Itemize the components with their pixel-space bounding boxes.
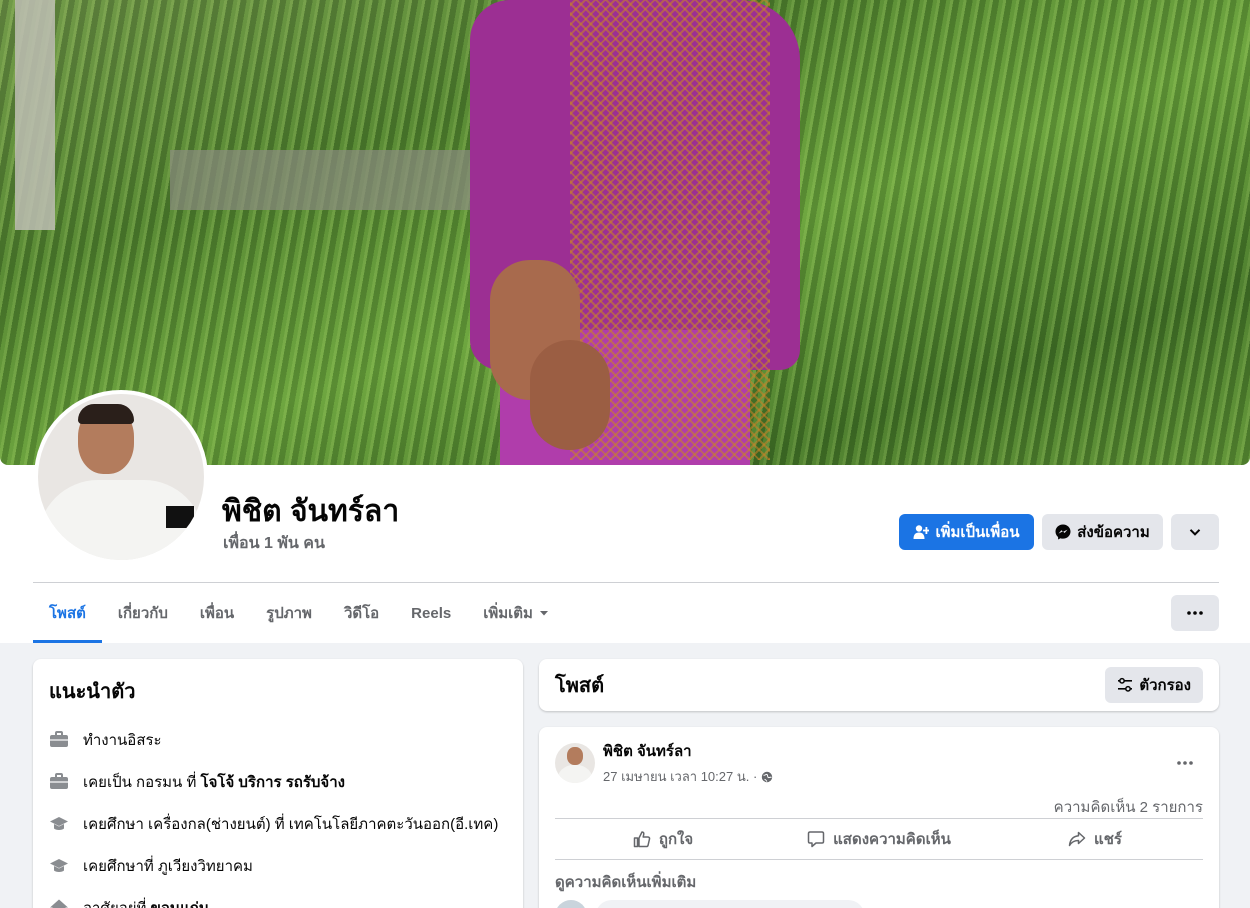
tab-about[interactable]: เกี่ยวกับ <box>102 595 184 631</box>
share-button[interactable]: แชร์ <box>987 819 1203 859</box>
avatar-photo <box>38 394 204 560</box>
post-avatar-shirt <box>557 765 593 783</box>
tab-friends[interactable]: เพื่อน <box>184 595 250 631</box>
intro-title: แนะนำตัว <box>49 681 136 703</box>
briefcase-icon <box>49 730 69 750</box>
thumbs-up-icon <box>633 831 651 848</box>
post-author-info: พิชิต จันทร์ลา 27 เมษายน เวลา 10:27 น. · <box>603 739 773 787</box>
post-action-bar: ถูกใจ แสดงความคิดเห็น แชร์ <box>555 818 1203 860</box>
tab-more-label: เพิ่มเติม <box>483 605 533 622</box>
home-icon <box>49 898 69 908</box>
post-author-avatar[interactable] <box>555 743 595 783</box>
add-friend-label: เพิ่มเป็นเพื่อน <box>935 524 1020 541</box>
comment-label: แสดงความคิดเห็น <box>833 831 951 848</box>
tab-more[interactable]: เพิ่มเติม <box>467 595 565 631</box>
graduation-cap-icon <box>49 856 69 876</box>
post-card: พิชิต จันทร์ลา 27 เมษายน เวลา 10:27 น. ·… <box>539 727 1219 908</box>
intro-item-text: อาศัยอยู่ที่ ขอนแก่น <box>83 896 209 908</box>
globe-icon <box>762 771 773 782</box>
filter-label: ตัวกรอง <box>1139 677 1191 694</box>
header-divider <box>33 582 1219 583</box>
tab-videos[interactable]: วิดีโอ <box>328 595 395 631</box>
intro-item-text: เคยเป็น กอรมน ที่ โจโจ้ บริการ รถรับจ้าง <box>83 770 345 794</box>
intro-item-work: ทำงานอิสระ <box>49 719 507 761</box>
filter-icon <box>1118 677 1133 692</box>
post-meta: 27 เมษายน เวลา 10:27 น. · <box>603 766 773 787</box>
add-friend-button[interactable]: เพิ่มเป็นเพื่อน <box>899 514 1034 550</box>
comment-bubble-icon <box>807 831 825 848</box>
post-header: พิชิต จันทร์ลา 27 เมษายน เวลา 10:27 น. · <box>555 739 1203 787</box>
hometown-link[interactable]: ขอนแก่น <box>151 900 210 908</box>
like-button[interactable]: ถูกใจ <box>555 819 771 859</box>
profile-tabs: โพสต์ เกี่ยวกับ เพื่อน รูปภาพ วิดีโอ Ree… <box>33 595 565 643</box>
chevron-down-icon <box>1189 529 1201 536</box>
briefcase-icon <box>49 772 69 792</box>
profile-avatar[interactable] <box>34 390 208 564</box>
intro-item-text: เคยศึกษา เครื่องกล(ช่างยนต์) ที่ เทคโนโล… <box>83 816 499 833</box>
tabs-overflow-button[interactable] <box>1171 595 1219 631</box>
more-dots-icon <box>1177 761 1193 765</box>
share-arrow-icon <box>1068 831 1086 847</box>
like-label: ถูกใจ <box>658 831 694 848</box>
intro-item-prefix: เคยเป็น กอรมน ที่ <box>83 774 201 791</box>
avatar-hair <box>78 404 134 424</box>
cover-hand-2 <box>530 340 610 450</box>
comment-bubble <box>595 900 865 908</box>
comment-count[interactable]: ความคิดเห็น 2 รายการ <box>1054 795 1203 819</box>
cover-pole <box>15 0 55 230</box>
post-avatar-head <box>567 747 583 765</box>
post-author-name[interactable]: พิชิต จันทร์ลา <box>603 739 773 763</box>
tab-photos[interactable]: รูปภาพ <box>250 595 328 631</box>
posts-title: โพสต์ <box>555 675 605 697</box>
intro-item-education: เคยศึกษา เครื่องกล(ช่างยนต์) ที่ เทคโนโล… <box>49 803 507 845</box>
messenger-icon <box>1055 524 1071 540</box>
tab-posts[interactable]: โพสต์ <box>33 595 102 643</box>
message-button[interactable]: ส่งข้อความ <box>1042 514 1163 550</box>
post-timestamp[interactable]: 27 เมษายน เวลา 10:27 น. · <box>603 766 757 787</box>
intro-item-lives-in: อาศัยอยู่ที่ ขอนแก่น <box>49 887 507 908</box>
avatar-background-tv <box>166 506 194 528</box>
intro-item-past-work: เคยเป็น กอรมน ที่ โจโจ้ บริการ รถรับจ้าง <box>49 761 507 803</box>
graduation-cap-icon <box>49 814 69 834</box>
profile-header: พิชิต จันทร์ลา เพื่อน 1 พัน คน เพิ่มเป็น… <box>0 0 1250 643</box>
cover-person <box>430 0 800 465</box>
intro-item-text: เคยศึกษาที่ ภูเวียงวิทยาคม <box>83 858 253 875</box>
more-dots-icon <box>1187 611 1203 615</box>
profile-name: พิชิต จันทร์ลา <box>222 495 400 528</box>
commenter-avatar[interactable] <box>555 900 587 908</box>
intro-item-text: ทำงานอิสระ <box>83 732 162 749</box>
share-label: แชร์ <box>1094 831 1122 848</box>
message-label: ส่งข้อความ <box>1077 524 1150 541</box>
caret-down-icon <box>539 611 548 616</box>
cover-wall <box>170 150 470 210</box>
profile-options-button[interactable] <box>1171 514 1219 550</box>
friends-count[interactable]: เพื่อน 1 พัน คน <box>223 531 325 556</box>
comment-button[interactable]: แสดงความคิดเห็น <box>771 819 987 859</box>
tab-reels[interactable]: Reels <box>395 595 467 631</box>
post-options-button[interactable] <box>1167 745 1203 781</box>
intro-item-school: เคยศึกษาที่ ภูเวียงวิทยาคม <box>49 845 507 887</box>
view-more-comments[interactable]: ดูความคิดเห็นเพิ่มเติม <box>555 870 696 894</box>
posts-header: โพสต์ ตัวกรอง <box>539 659 1219 711</box>
add-friend-icon <box>913 525 930 539</box>
intro-card: แนะนำตัว ทำงานอิสระ เคยเป็น กอรมน ที่ โจ… <box>33 659 523 908</box>
workplace-link[interactable]: โจโจ้ บริการ รถรับจ้าง <box>201 774 345 791</box>
cover-photo[interactable] <box>0 0 1250 465</box>
filter-button[interactable]: ตัวกรอง <box>1105 667 1203 703</box>
intro-item-prefix: อาศัยอยู่ที่ <box>83 900 151 908</box>
